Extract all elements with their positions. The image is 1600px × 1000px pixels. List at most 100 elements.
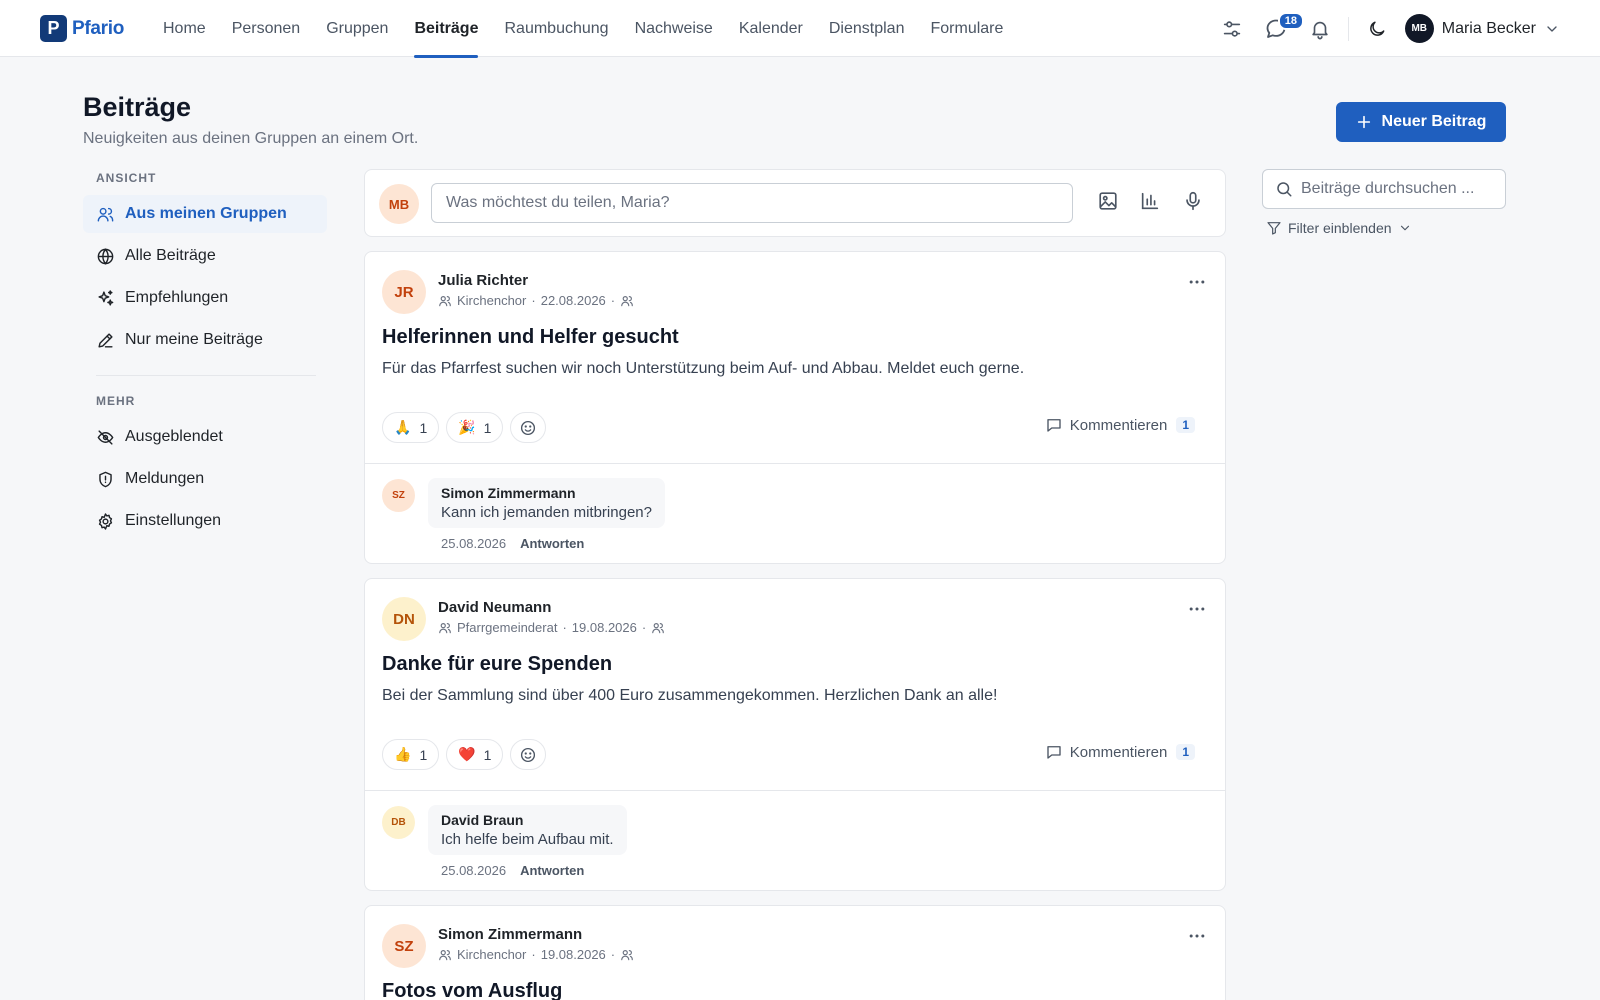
- bell-icon: [1309, 18, 1331, 40]
- image-icon[interactable]: [1097, 190, 1119, 212]
- new-post-label: Neuer Beitrag: [1381, 113, 1487, 130]
- post-group[interactable]: Pfarrgemeinderat: [457, 620, 557, 635]
- microphone-icon[interactable]: [1182, 190, 1204, 212]
- comment-meta: 25.08.2026 Antworten: [441, 536, 584, 551]
- nav-home[interactable]: Home: [150, 0, 219, 57]
- filter-toggle[interactable]: Filter einblenden: [1266, 220, 1412, 236]
- meta-separator: ·: [641, 620, 647, 635]
- author-avatar: DN: [382, 597, 426, 641]
- reply-button[interactable]: Antworten: [520, 536, 584, 551]
- nav-raumbuchung[interactable]: Raumbuchung: [491, 0, 621, 57]
- sidebar-section-more: MEHR: [96, 394, 136, 408]
- poll-icon[interactable]: [1139, 190, 1161, 212]
- post-group[interactable]: Kirchenchor: [457, 293, 526, 308]
- nav-nachweise[interactable]: Nachweise: [622, 0, 726, 57]
- reaction-emoji: ❤️: [458, 746, 476, 762]
- sidebar-item-label: Aus meinen Gruppen: [125, 205, 287, 222]
- post-date: 22.08.2026: [540, 293, 606, 308]
- plus-icon: [1356, 114, 1372, 130]
- notifications-button[interactable]: [1298, 9, 1342, 49]
- comment-list: DB David Braun Ich helfe beim Aufbau mit…: [365, 790, 1225, 890]
- sidebar-item-label: Meldungen: [125, 470, 205, 487]
- smiley-plus-icon: [519, 419, 537, 437]
- post-body: Für das Pfarrfest suchen wir noch Unters…: [382, 360, 1025, 377]
- chevron-down-icon: [1398, 221, 1412, 235]
- post-body: Bei der Sammlung sind über 400 Euro zusa…: [382, 687, 998, 704]
- sidebar-item-reports[interactable]: Meldungen: [83, 460, 327, 498]
- reaction-emoji: 👍: [394, 746, 412, 762]
- more-options-icon[interactable]: [1187, 599, 1207, 619]
- comment-icon: [1045, 743, 1063, 761]
- more-options-icon[interactable]: [1187, 926, 1207, 946]
- reaction-emoji: 🙏: [394, 419, 412, 435]
- nav-beitraege[interactable]: Beiträge: [401, 0, 491, 58]
- comment-bubble: Simon Zimmermann Kann ich jemanden mitbr…: [428, 478, 665, 528]
- comment-label: Kommentieren: [1069, 743, 1168, 761]
- comment-button[interactable]: Kommentieren 1: [1045, 743, 1195, 761]
- main-nav: Home Personen Gruppen Beiträge Raumbuchu…: [150, 0, 1016, 58]
- pencil-icon: [96, 331, 115, 350]
- user-menu[interactable]: MB Maria Becker: [1404, 14, 1560, 43]
- composer-input[interactable]: [431, 183, 1073, 223]
- group-icon: [438, 621, 452, 635]
- search-icon: [1275, 180, 1293, 198]
- post-date: 19.08.2026: [571, 620, 637, 635]
- author-name[interactable]: Julia Richter: [438, 272, 528, 289]
- logo-text: Pfario: [72, 17, 125, 39]
- eye-off-icon: [96, 428, 115, 447]
- post-title: Fotos vom Ausflug: [382, 980, 563, 1000]
- sidebar-item-my-groups[interactable]: Aus meinen Gruppen: [83, 195, 327, 233]
- comment-author[interactable]: Simon Zimmermann: [441, 485, 652, 501]
- sidebar-item-label: Einstellungen: [125, 512, 222, 529]
- sidebar-section-view: ANSICHT: [96, 171, 157, 185]
- post-meta: Kirchenchor · 22.08.2026 ·: [438, 293, 634, 308]
- nav-kalender[interactable]: Kalender: [726, 0, 816, 57]
- preferences-button[interactable]: [1210, 9, 1254, 49]
- reply-button[interactable]: Antworten: [520, 863, 584, 878]
- sidebar-item-recommendations[interactable]: Empfehlungen: [83, 279, 327, 317]
- theme-toggle[interactable]: [1355, 9, 1399, 49]
- reaction-count: 1: [419, 746, 428, 763]
- comment-avatar: SZ: [382, 479, 415, 512]
- reaction-button[interactable]: ❤️ 1: [446, 739, 504, 770]
- comment-date: 25.08.2026: [441, 536, 507, 551]
- comment-date: 25.08.2026: [441, 863, 507, 878]
- audience-icon: [651, 621, 665, 635]
- messages-button[interactable]: 18: [1254, 9, 1304, 49]
- post-group[interactable]: Kirchenchor: [457, 947, 526, 962]
- sidebar-item-my-posts[interactable]: Nur meine Beiträge: [83, 321, 327, 359]
- comment-author[interactable]: David Braun: [441, 812, 614, 828]
- nav-gruppen[interactable]: Gruppen: [313, 0, 401, 57]
- add-reaction-button[interactable]: [510, 739, 547, 770]
- reaction-button[interactable]: 🙏 1: [382, 412, 440, 443]
- new-post-button[interactable]: Neuer Beitrag: [1336, 102, 1506, 142]
- user-avatar: MB: [1404, 14, 1434, 43]
- nav-formulare[interactable]: Formulare: [917, 0, 1016, 57]
- author-name[interactable]: David Neumann: [438, 599, 551, 616]
- comment-icon: [1045, 416, 1063, 434]
- top-bar: P Pfario Home Personen Gruppen Beiträge …: [0, 0, 1600, 58]
- nav-dienstplan[interactable]: Dienstplan: [816, 0, 918, 57]
- author-avatar: SZ: [382, 924, 426, 968]
- reaction-button[interactable]: 🎉 1: [446, 412, 504, 443]
- reaction-button[interactable]: 👍 1: [382, 739, 440, 770]
- post-title: Danke für eure Spenden: [382, 653, 613, 675]
- more-options-icon[interactable]: [1187, 272, 1207, 292]
- comment-text: Kann ich jemanden mitbringen?: [441, 504, 652, 521]
- sidebar-item-hidden[interactable]: Ausgeblendet: [83, 418, 327, 456]
- sidebar-item-settings[interactable]: Einstellungen: [83, 502, 327, 540]
- nav-personen[interactable]: Personen: [219, 0, 314, 57]
- comment-label: Kommentieren: [1069, 416, 1168, 434]
- search-input[interactable]: [1301, 180, 1491, 198]
- sidebar-item-label: Ausgeblendet: [125, 428, 223, 445]
- add-reaction-button[interactable]: [510, 412, 547, 443]
- sidebar-item-label: Alle Beiträge: [125, 247, 216, 264]
- smiley-plus-icon: [519, 746, 537, 764]
- comment-button[interactable]: Kommentieren 1: [1045, 416, 1195, 434]
- comment-meta: 25.08.2026 Antworten: [441, 863, 584, 878]
- post-card: SZ Simon Zimmermann Kirchenchor · 19.08.…: [364, 905, 1226, 1000]
- sidebar-item-label: Nur meine Beiträge: [125, 331, 263, 348]
- app-logo[interactable]: P Pfario: [40, 15, 124, 42]
- author-name[interactable]: Simon Zimmermann: [438, 926, 582, 943]
- sidebar-item-all-posts[interactable]: Alle Beiträge: [83, 237, 327, 275]
